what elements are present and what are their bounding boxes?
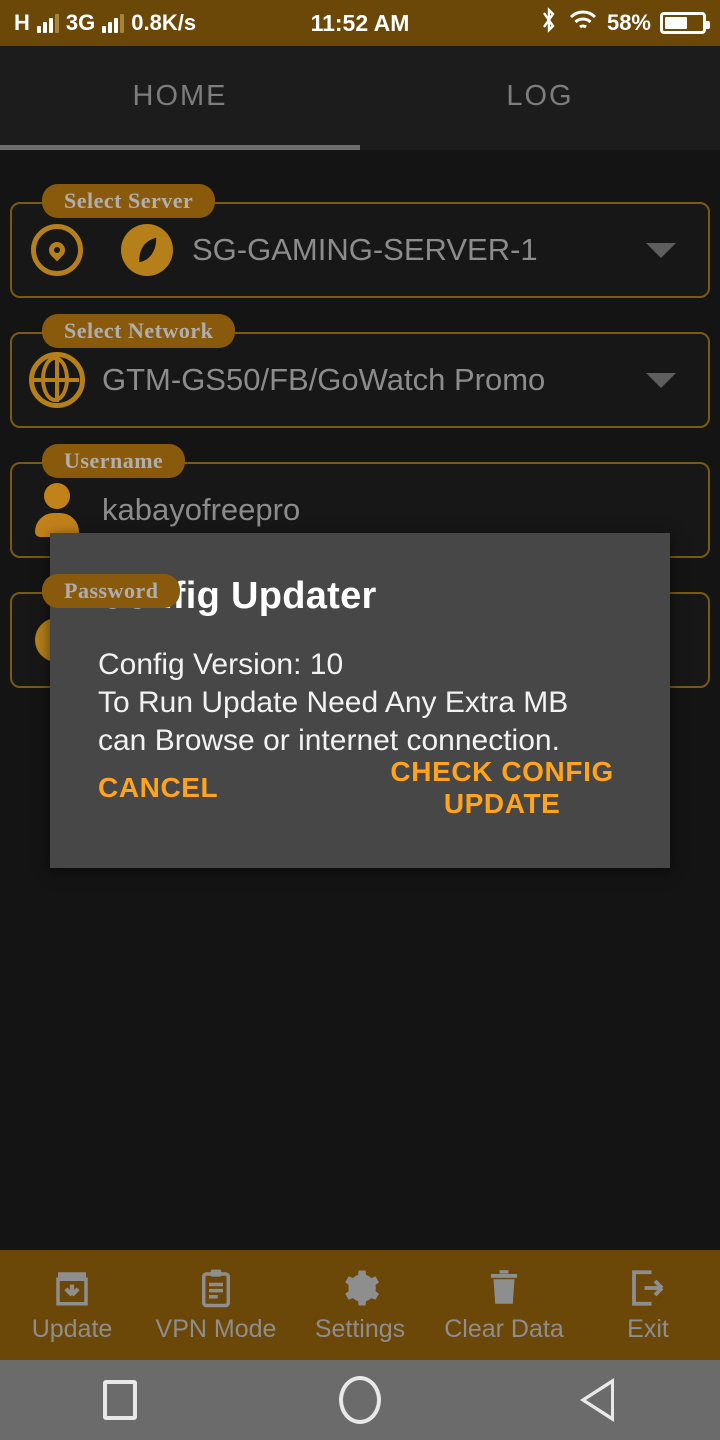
clipboard-icon [195, 1267, 237, 1309]
back-button[interactable] [480, 1374, 720, 1426]
circle-icon [339, 1376, 381, 1424]
check-config-update-button[interactable]: CHECK CONFIG UPDATE [382, 756, 622, 820]
field-label-password: Password [42, 574, 181, 608]
cancel-button[interactable]: CANCEL [98, 772, 218, 804]
field-select-server[interactable]: Select Server SG-GAMING-SERVER-1 [10, 184, 710, 298]
wifi-icon [568, 8, 598, 38]
tab-log[interactable]: LOG [360, 46, 720, 146]
field-value-select-network: GTM-GS50/FB/GoWatch Promo [102, 362, 546, 397]
nav-item-vpn-mode[interactable]: VPN Mode [144, 1250, 288, 1360]
field-value-select-server: SG-GAMING-SERVER-1 [192, 232, 538, 267]
nav-item-update[interactable]: Update [0, 1250, 144, 1360]
signal-bars-secondary-icon [102, 13, 125, 33]
location-pin-icon [12, 224, 102, 276]
globe-icon [12, 352, 102, 408]
trash-icon [483, 1267, 525, 1309]
field-select-network[interactable]: Select Network GTM-GS50/FB/GoWatch Promo [10, 314, 710, 428]
signal-bars-icon [36, 13, 59, 33]
nav-label-vpn-mode: VPN Mode [155, 1314, 277, 1343]
home-button[interactable] [240, 1376, 480, 1424]
system-navigation-bar [0, 1360, 720, 1440]
nav-label-update: Update [31, 1314, 113, 1343]
person-icon [12, 483, 102, 537]
exit-arrow-icon [627, 1267, 669, 1309]
nav-label-exit: Exit [627, 1314, 669, 1343]
field-value-username: kabayofreepro [102, 492, 301, 527]
download-box-icon [51, 1267, 93, 1309]
bluetooth-icon [539, 7, 559, 39]
tab-bar: HOME LOG [0, 46, 720, 150]
dialog-message: Config Version: 10 To Run Update Need An… [98, 648, 569, 757]
field-label-username: Username [42, 444, 186, 478]
chevron-down-icon-server[interactable] [646, 242, 676, 258]
triangle-back-icon [580, 1374, 620, 1426]
chevron-down-icon-network[interactable] [646, 372, 676, 388]
field-label-select-server: Select Server [42, 184, 216, 218]
dialog-actions: CANCEL CHECK CONFIG UPDATE [98, 756, 622, 820]
network-type-label: H [14, 10, 30, 35]
nav-item-exit[interactable]: Exit [576, 1250, 720, 1360]
field-label-select-network: Select Network [42, 314, 236, 348]
bottom-nav-bar: Update VPN Mode Settings Clear Data Exit [0, 1250, 720, 1360]
nav-label-settings: Settings [314, 1314, 406, 1343]
recents-button[interactable] [0, 1380, 240, 1420]
tab-home[interactable]: HOME [0, 46, 360, 146]
battery-icon [660, 12, 710, 34]
data-speed-label: 0.8K/s [131, 10, 197, 35]
nav-item-clear-data[interactable]: Clear Data [432, 1250, 576, 1360]
nav-label-clear-data: Clear Data [444, 1314, 564, 1343]
square-icon [103, 1380, 137, 1420]
nav-item-settings[interactable]: Settings [288, 1250, 432, 1360]
status-bar-left: H 3G 0.8K/s [14, 10, 196, 36]
status-bar-right: 58% [539, 7, 710, 39]
leaf-icon [102, 224, 192, 276]
mobile-network-label: 3G [65, 10, 96, 35]
battery-percent-label: 58% [606, 10, 651, 35]
gear-icon [339, 1267, 381, 1309]
status-bar: H 3G 0.8K/s 11:52 AM 58% [0, 0, 720, 46]
